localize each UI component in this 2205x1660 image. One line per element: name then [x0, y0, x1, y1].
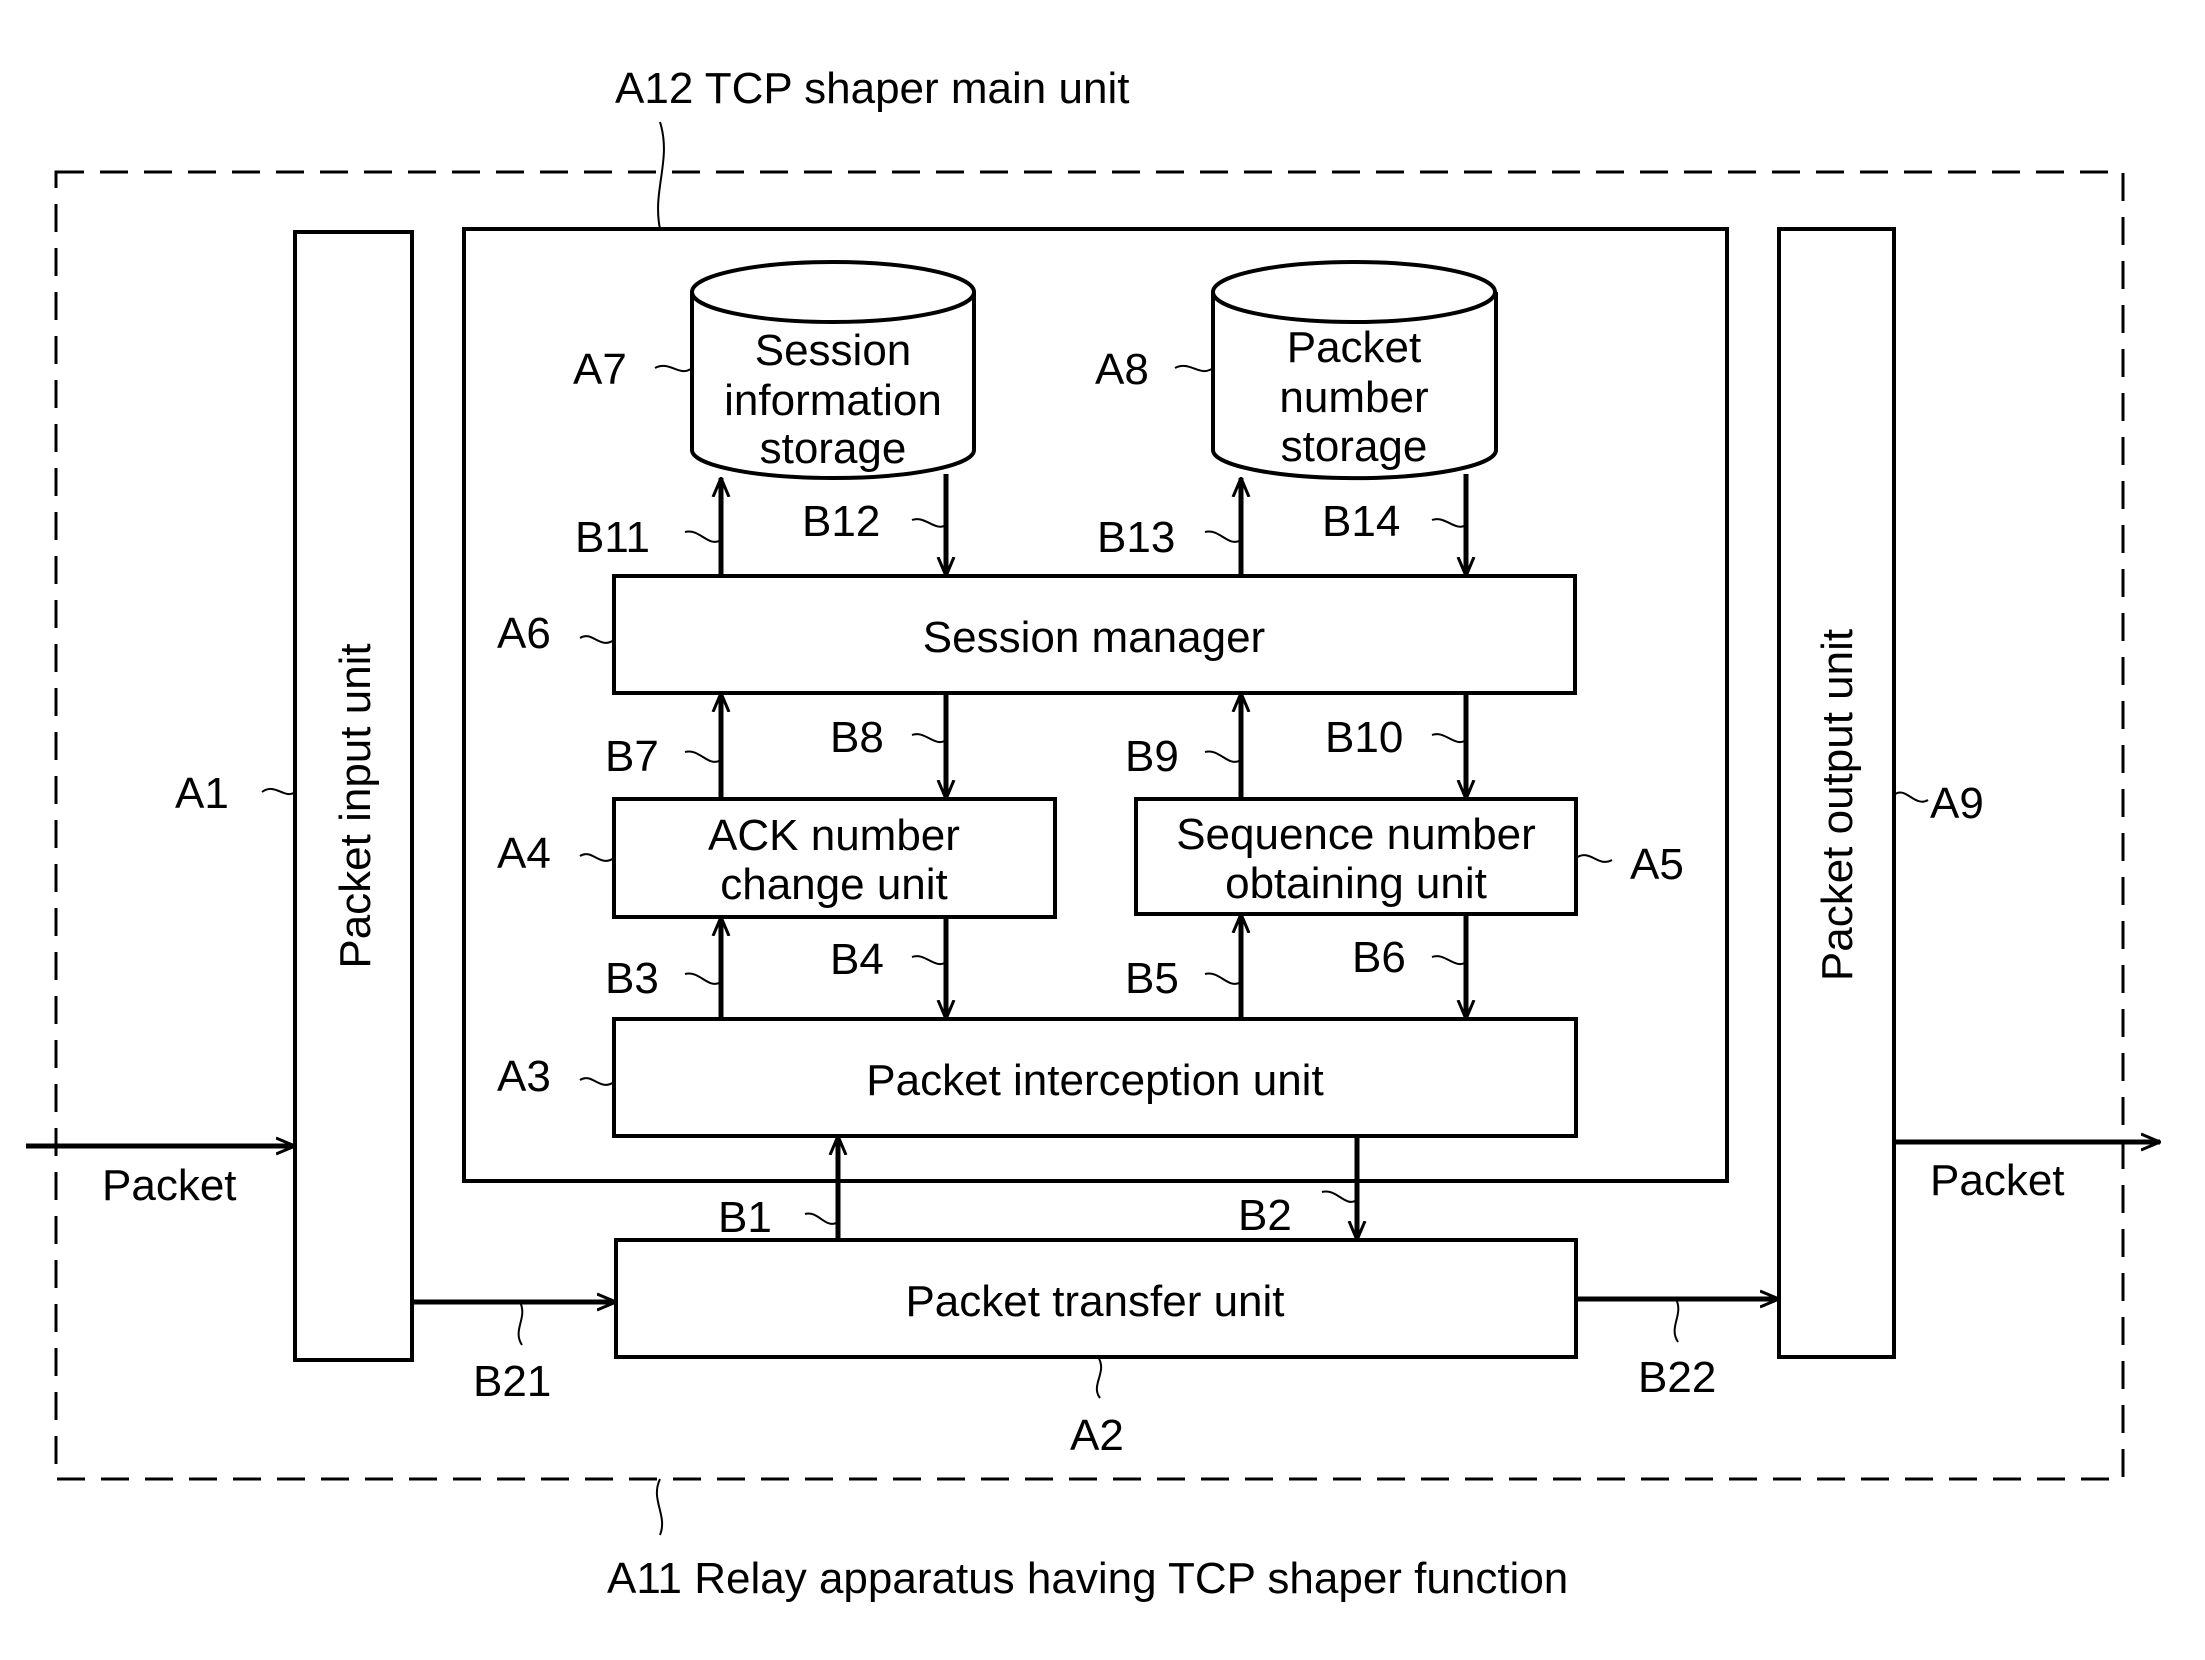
ref-a7: A7: [573, 345, 627, 394]
label-b1: B1: [718, 1193, 772, 1242]
ref-a3: A3: [497, 1052, 551, 1101]
ref-a6: A6: [497, 609, 551, 658]
svg-text:number: number: [1279, 373, 1428, 422]
session-manager-label: Session manager: [923, 613, 1265, 662]
label-b10: B10: [1325, 713, 1403, 762]
svg-text:Packet: Packet: [1287, 323, 1422, 372]
ack-line1: ACK number: [708, 811, 960, 860]
label-b6: B6: [1352, 933, 1406, 982]
label-b14: B14: [1322, 497, 1400, 546]
ref-a4: A4: [497, 829, 551, 878]
seq-line1: Sequence number: [1176, 810, 1536, 859]
label-b22: B22: [1638, 1353, 1716, 1402]
ref-a5: A5: [1630, 840, 1684, 889]
relay-apparatus-title: A11 Relay apparatus having TCP shaper fu…: [607, 1554, 1568, 1603]
label-b9: B9: [1125, 732, 1179, 781]
label-b3: B3: [605, 954, 659, 1003]
label-b12: B12: [802, 497, 880, 546]
ref-a1: A1: [175, 769, 229, 818]
packet-number-storage: Packet number storage: [1211, 260, 1498, 481]
ref-a9: A9: [1930, 779, 1984, 828]
label-b8: B8: [830, 713, 884, 762]
output-packet-label: Packet: [1930, 1156, 2065, 1205]
packet-transfer-label: Packet transfer unit: [905, 1277, 1284, 1326]
ack-line2: change unit: [720, 860, 948, 909]
input-packet-label: Packet: [102, 1161, 237, 1210]
diagram-canvas: A12 TCP shaper main unit A11 Relay appar…: [26, 64, 2205, 1603]
main-unit-title: A12 TCP shaper main unit: [615, 64, 1129, 113]
a12-leader: [657, 121, 665, 230]
label-b2: B2: [1238, 1191, 1292, 1240]
packet-input-unit-label: Packet input unit: [331, 643, 380, 968]
label-b7: B7: [605, 732, 659, 781]
label-b4: B4: [830, 935, 884, 984]
ref-a2: A2: [1070, 1411, 1124, 1460]
label-b11: B11: [575, 513, 650, 562]
label-b21: B21: [473, 1357, 551, 1406]
svg-text:storage: storage: [1281, 422, 1428, 471]
a11-leader: [655, 1478, 664, 1536]
svg-text:information: information: [724, 376, 942, 425]
session-information-storage: Session information storage: [690, 260, 976, 480]
svg-text:storage: storage: [760, 424, 907, 473]
label-b5: B5: [1125, 954, 1179, 1003]
ref-a8: A8: [1095, 345, 1149, 394]
packet-interception-label: Packet interception unit: [866, 1056, 1323, 1105]
svg-text:Session: Session: [755, 326, 912, 375]
label-b13: B13: [1097, 513, 1175, 562]
seq-line2: obtaining unit: [1225, 859, 1487, 908]
packet-output-unit-label: Packet output unit: [1813, 629, 1862, 981]
